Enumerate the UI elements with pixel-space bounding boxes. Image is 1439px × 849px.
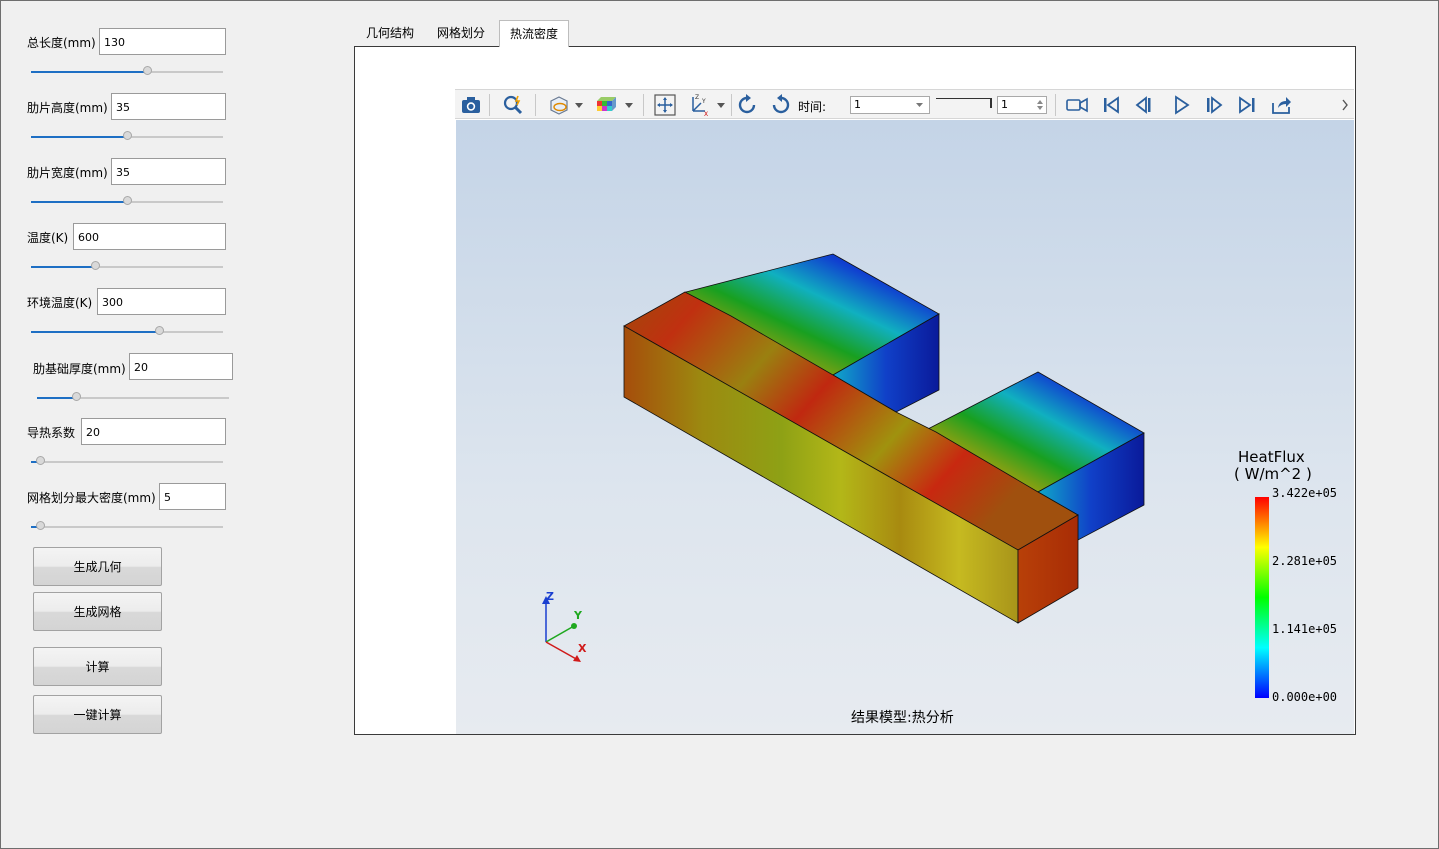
param-label-conductivity: 导热系数 [27,426,76,440]
fit-view-icon[interactable] [653,93,677,117]
chevron-down-icon[interactable] [625,103,633,108]
legend-title: HeatFlux [1238,448,1305,466]
tab-heat-flux[interactable]: 热流密度 [499,20,569,47]
camera-icon[interactable] [459,93,483,117]
base-thickness-input[interactable]: 20 [129,353,233,380]
one-click-compute-button[interactable]: 一键计算 [33,695,162,734]
mesh-density-slider[interactable] [31,521,223,533]
probe-icon[interactable] [501,93,525,117]
chevron-down-icon [916,103,923,107]
rotate-ccw-icon[interactable] [735,93,759,117]
temperature-input[interactable]: 600 [73,223,226,250]
fin-height-input[interactable]: 35 [111,93,226,120]
x-axis-line [545,641,579,661]
slider-thumb[interactable] [155,326,164,335]
record-icon[interactable] [1065,93,1089,117]
time-label: 时间: [798,100,827,114]
ambient-temp-slider[interactable] [31,326,223,338]
generate-mesh-button[interactable]: 生成网格 [33,592,162,631]
total-length-slider[interactable] [31,66,223,78]
slider-thumb[interactable] [123,196,132,205]
viewer-toolbar: Z Y X 时间: 1 1 [455,89,1354,119]
axes-orient-icon[interactable]: Z Y X [687,93,711,117]
chevron-down-icon[interactable] [575,103,583,108]
param-label-mesh-density: 网格划分最大密度(mm) [27,491,156,505]
y-axis-label: Y [574,609,582,622]
total-length-input[interactable]: 130 [99,28,226,55]
next-frame-icon[interactable] [1201,93,1225,117]
slider-thumb[interactable] [143,66,152,75]
slider-thumb[interactable] [123,131,132,140]
color-cube-icon[interactable] [593,93,617,117]
param-label-ambient-temp: 环境温度(K) [27,296,93,310]
prev-frame-icon[interactable] [1133,93,1157,117]
param-label-fin-width: 肋片宽度(mm) [27,166,108,180]
time-step-value: 1 [854,98,861,111]
temperature-slider[interactable] [31,261,223,273]
conductivity-input[interactable]: 20 [81,418,226,445]
first-frame-icon[interactable] [1099,93,1123,117]
viewer-canvas[interactable]: Z Y X HeatFlux ( W/m^2 ) 3.422e+05 2.281… [456,120,1354,734]
slider-thumb[interactable] [36,456,45,465]
axis-triad [542,596,581,662]
svg-text:Z: Z [695,94,699,101]
fin-width-slider[interactable] [31,196,223,208]
viewer-caption: 结果模型:热分析 [851,710,954,726]
param-label-temperature: 温度(K) [27,231,69,245]
time-step-select[interactable]: 1 [850,96,930,114]
chevron-down-icon[interactable] [717,103,725,108]
svg-text:X: X [704,111,708,117]
toolbar-overflow-icon[interactable] [1341,96,1349,114]
y-axis-line [545,625,575,643]
slider-thumb[interactable] [72,392,81,401]
generate-geometry-button[interactable]: 生成几何 [33,547,162,586]
tab-mesh[interactable]: 网格划分 [428,20,494,46]
x-axis-label: X [578,642,587,655]
legend-tick-max: 3.422e+05 [1272,486,1338,500]
legend-color-bar [1255,497,1269,698]
base-thickness-slider[interactable] [37,392,229,404]
ambient-temp-input[interactable]: 300 [97,288,226,315]
spin-arrows-icon[interactable] [1037,99,1043,111]
tab-geometry[interactable]: 几何结构 [357,20,423,46]
last-frame-icon[interactable] [1235,93,1259,117]
slider-thumb[interactable] [91,261,100,270]
fin-height-slider[interactable] [31,131,223,143]
rotate-cw-icon[interactable] [769,93,793,117]
legend-tick-3: 1.141e+05 [1272,622,1338,636]
param-label-fin-height: 肋片高度(mm) [27,101,108,115]
conductivity-slider[interactable] [31,456,223,468]
slider-thumb[interactable] [36,521,45,530]
legend-tick-min: 0.000e+00 [1272,690,1338,704]
compute-button[interactable]: 计算 [33,647,162,686]
fin-width-input[interactable]: 35 [111,158,226,185]
frame-spinbox[interactable]: 1 [997,96,1047,114]
legend-tick-2: 2.281e+05 [1272,554,1338,568]
legend-unit: ( W/m^2 ) [1234,465,1312,483]
svg-text:Y: Y [701,98,706,105]
mesh-density-input[interactable]: 5 [159,483,226,510]
param-label-base-thickness: 肋基础厚度(mm) [33,362,126,376]
param-label-total-length: 总长度(mm) [27,36,96,50]
display-mode-icon[interactable] [547,93,571,117]
export-icon[interactable] [1269,93,1293,117]
z-axis-label: Z [546,590,554,603]
frame-value: 1 [1001,98,1008,111]
play-icon[interactable] [1169,93,1193,117]
time-slider[interactable] [936,98,992,108]
